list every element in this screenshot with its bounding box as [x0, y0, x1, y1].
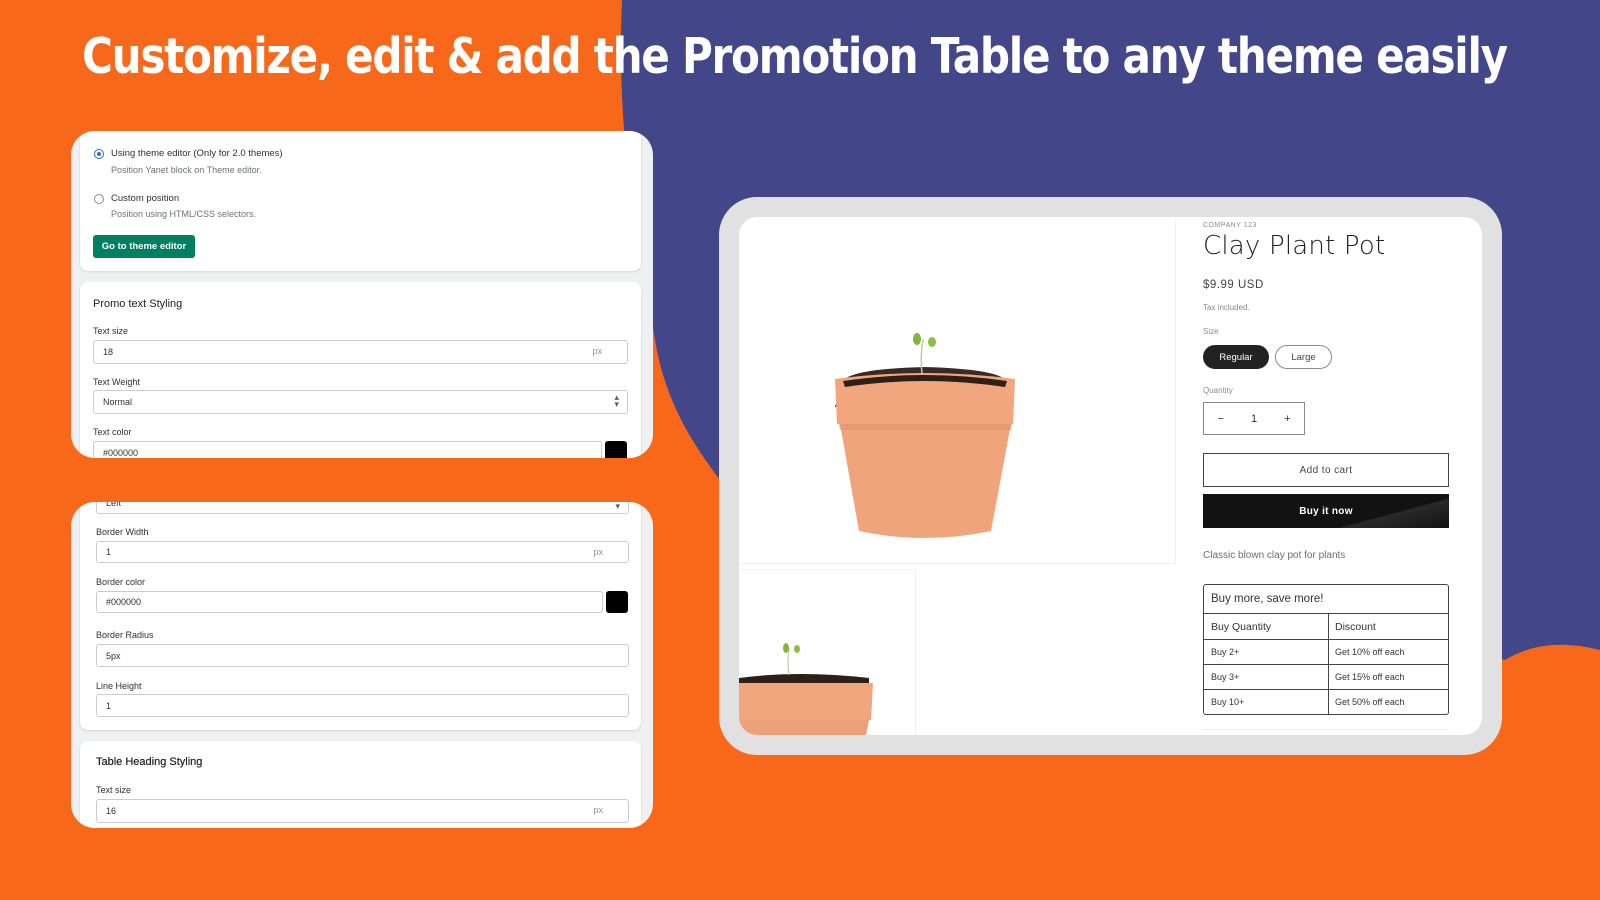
- size-option-large[interactable]: Large: [1275, 345, 1332, 369]
- radio-checked-icon[interactable]: [94, 148, 104, 159]
- heading-text-size-input[interactable]: 16 px: [96, 799, 629, 823]
- radio-label: Custom position: [111, 193, 180, 204]
- radio-unchecked-icon[interactable]: [94, 193, 104, 204]
- border-color-input[interactable]: #000000: [96, 591, 603, 613]
- select-value: Left: [106, 502, 122, 508]
- radio-help-text: Position Yanet block on Theme editor.: [111, 165, 262, 175]
- alignment-select[interactable]: Left ▴▾: [96, 502, 629, 514]
- table-cell-discount: Get 10% off each: [1335, 647, 1405, 657]
- px-suffix: px: [593, 547, 603, 557]
- text-weight-select[interactable]: Normal ▴ ▾: [93, 390, 628, 414]
- divider: [1203, 729, 1449, 730]
- promotion-table-header-row: Buy Quantity Discount: [1204, 614, 1448, 640]
- input-value: 5px: [106, 650, 121, 661]
- section-title: Promo text Styling: [93, 298, 183, 310]
- plus-icon[interactable]: +: [1284, 413, 1290, 425]
- header-buy-quantity: Buy Quantity: [1204, 614, 1329, 639]
- text-weight-label: Text Weight: [93, 377, 140, 387]
- product-vendor: COMPANY 123: [1203, 222, 1257, 229]
- text-size-label: Text size: [93, 326, 129, 336]
- line-height-input[interactable]: 1: [96, 694, 629, 717]
- tax-note: Tax included.: [1203, 303, 1250, 312]
- input-value: 1: [106, 700, 112, 711]
- headline: Customize, edit & add the Promotion Tabl…: [82, 28, 1508, 85]
- border-width-input[interactable]: 1 px: [96, 541, 629, 563]
- admin-settings-card-top: Using theme editor (Only for 2.0 themes)…: [71, 131, 653, 458]
- clay-pot-image: [835, 333, 1015, 538]
- text-color-label: Text color: [93, 427, 132, 437]
- select-updown-icon: ▴▾: [615, 502, 620, 511]
- quantity-label: Quantity: [1203, 386, 1233, 395]
- size-option-regular[interactable]: Regular: [1203, 345, 1269, 369]
- select-value: Normal: [103, 397, 133, 407]
- product-thumbnail[interactable]: [739, 569, 916, 735]
- table-row: Buy 2+ Get 10% off each: [1204, 640, 1448, 665]
- placement-panel: Using theme editor (Only for 2.0 themes)…: [80, 131, 641, 271]
- select-updown-icon: ▴▾: [614, 392, 619, 409]
- table-cell-quantity: Buy 10+: [1204, 690, 1329, 714]
- table-cell-quantity: Buy 2+: [1204, 640, 1329, 664]
- admin-settings-card-bottom: Left ▴▾ Border Width 1 px Border color #…: [71, 502, 653, 828]
- quantity-value[interactable]: 1: [1251, 413, 1257, 425]
- storefront-screen: COMPANY 123 Clay Plant Pot $9.99 USD Tax…: [739, 217, 1482, 735]
- text-color-swatch[interactable]: [605, 441, 627, 458]
- size-label: Size: [1203, 327, 1219, 336]
- border-styling-panel: Left ▴▾ Border Width 1 px Border color #…: [80, 502, 641, 730]
- promotion-table-caption: Buy more, save more!: [1204, 585, 1448, 614]
- table-row: Buy 3+ Get 15% off each: [1204, 665, 1448, 690]
- promo-text-styling-panel: Promo text Styling Text size 18 px Text …: [80, 282, 641, 458]
- product-main-image[interactable]: [739, 219, 1176, 564]
- border-color-swatch[interactable]: [606, 591, 628, 613]
- product-title: Clay Plant Pot: [1203, 231, 1386, 261]
- border-radius-input[interactable]: 5px: [96, 644, 629, 667]
- radio-help-text: Position using HTML/CSS selectors.: [111, 209, 257, 219]
- radio-option-theme-editor[interactable]: Using theme editor (Only for 2.0 themes): [94, 148, 283, 159]
- quantity-stepper[interactable]: − 1 +: [1203, 402, 1305, 435]
- text-size-label: Text size: [96, 785, 132, 795]
- text-size-input[interactable]: 18 px: [93, 340, 628, 364]
- table-cell-discount: Get 50% off each: [1335, 697, 1405, 707]
- table-heading-styling-panel: Table Heading Styling Text size 16 px: [80, 741, 641, 828]
- go-to-theme-editor-button[interactable]: Go to theme editor: [93, 235, 195, 258]
- minus-icon[interactable]: −: [1218, 413, 1224, 425]
- line-height-label: Line Height: [96, 681, 142, 691]
- px-suffix: px: [593, 805, 603, 815]
- table-cell-discount: Get 15% off each: [1335, 672, 1405, 682]
- buy-it-now-button[interactable]: Buy it now: [1203, 494, 1449, 528]
- tablet-frame: COMPANY 123 Clay Plant Pot $9.99 USD Tax…: [719, 197, 1502, 755]
- header-discount: Discount: [1335, 620, 1376, 633]
- promotion-table: Buy more, save more! Buy Quantity Discou…: [1203, 584, 1449, 715]
- border-radius-label: Border Radius: [96, 630, 154, 640]
- product-price: $9.99 USD: [1203, 279, 1264, 291]
- border-color-label: Border color: [96, 577, 146, 587]
- table-row: Buy 10+ Get 50% off each: [1204, 690, 1448, 714]
- border-width-label: Border Width: [96, 527, 149, 537]
- clay-pot-thumbnail: [739, 643, 873, 735]
- input-value: #000000: [106, 597, 142, 607]
- radio-option-custom-position[interactable]: Custom position: [94, 193, 179, 204]
- input-value: 18: [103, 347, 114, 357]
- product-description: Classic blown clay pot for plants: [1203, 550, 1346, 561]
- input-value: #000000: [103, 448, 139, 458]
- text-color-input[interactable]: #000000: [93, 441, 602, 458]
- px-suffix: px: [592, 346, 602, 356]
- radio-label: Using theme editor (Only for 2.0 themes): [111, 148, 283, 159]
- section-title: Table Heading Styling: [96, 756, 203, 768]
- table-cell-quantity: Buy 3+: [1204, 665, 1329, 689]
- add-to-cart-button[interactable]: Add to cart: [1203, 453, 1449, 487]
- input-value: 16: [106, 806, 117, 816]
- input-value: 1: [106, 547, 112, 557]
